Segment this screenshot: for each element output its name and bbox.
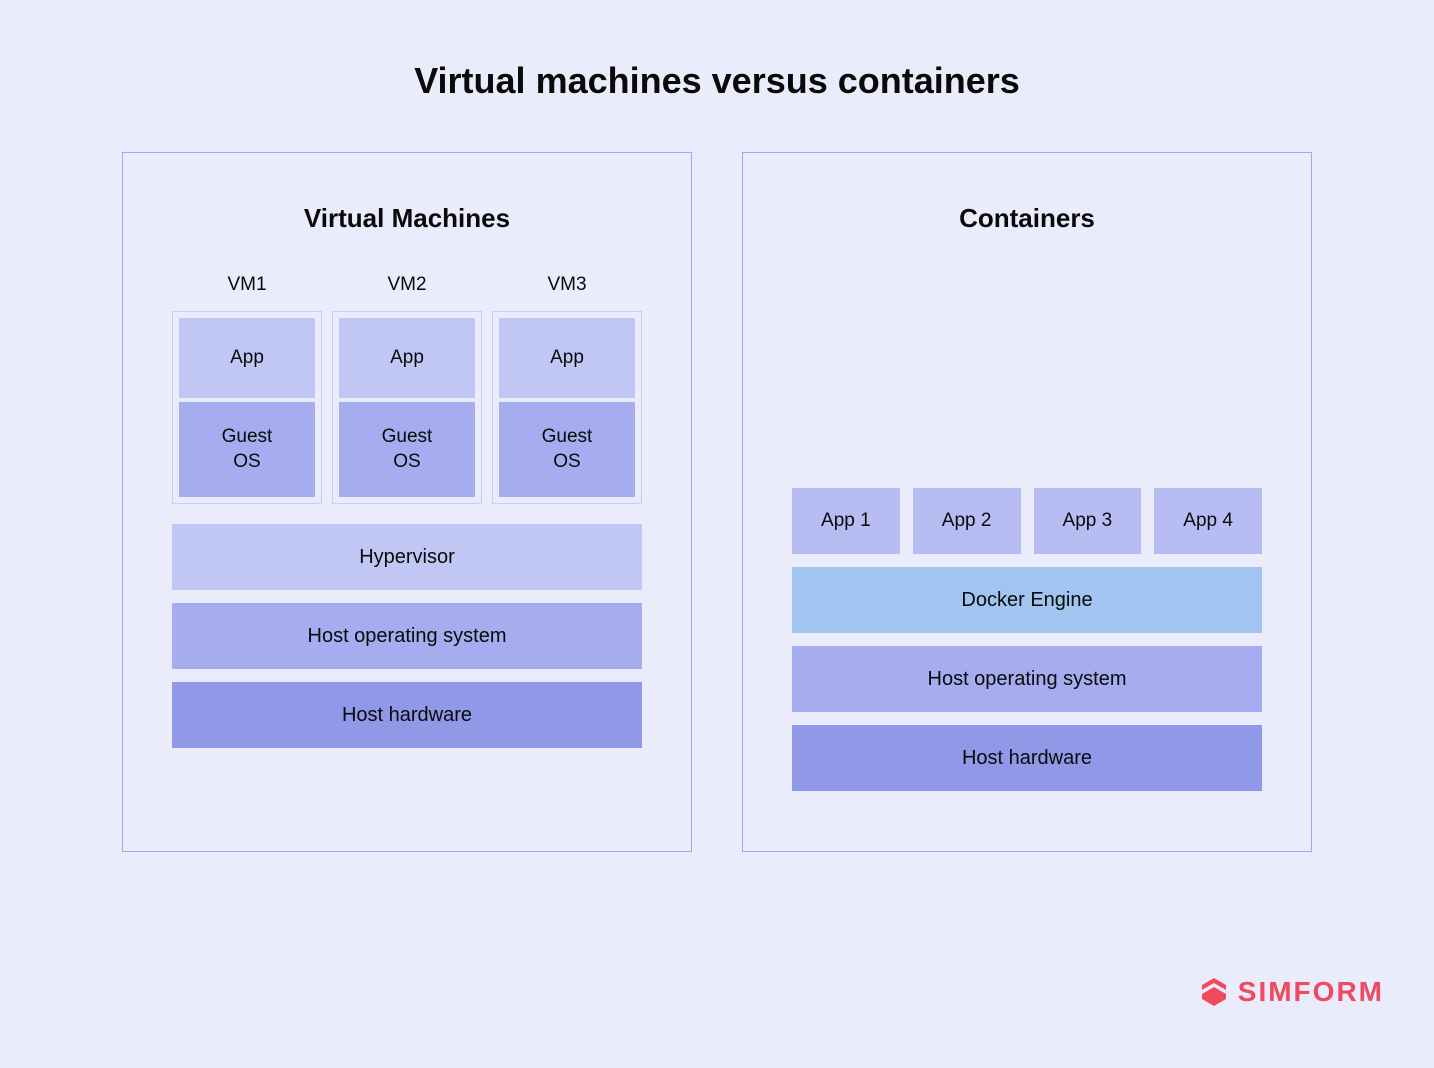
vm-unit: App GuestOS xyxy=(172,311,322,504)
vm-guest-os-box: GuestOS xyxy=(339,402,475,497)
simform-logo-icon xyxy=(1198,976,1230,1008)
panels-container: Virtual Machines VM1 App GuestOS VM2 App… xyxy=(40,152,1394,852)
container-panel: Containers App 1 App 2 App 3 App 4 Docke… xyxy=(742,152,1312,852)
container-stack: Docker Engine Host operating system Host… xyxy=(792,567,1262,791)
vm-row: VM1 App GuestOS VM2 App GuestOS VM3 App … xyxy=(172,274,642,504)
vm-label: VM2 xyxy=(387,274,426,296)
vm-app-box: App xyxy=(499,318,635,398)
vm-unit: App GuestOS xyxy=(492,311,642,504)
host-hardware-layer: Host hardware xyxy=(792,725,1262,791)
container-app-box: App 1 xyxy=(792,488,900,554)
container-apps-row: App 1 App 2 App 3 App 4 xyxy=(792,488,1262,554)
vm-column: VM1 App GuestOS xyxy=(172,274,322,504)
container-app-box: App 3 xyxy=(1034,488,1142,554)
vm-label: VM1 xyxy=(227,274,266,296)
vm-unit: App GuestOS xyxy=(332,311,482,504)
container-app-box: App 2 xyxy=(913,488,1021,554)
vm-label: VM3 xyxy=(547,274,586,296)
hypervisor-layer: Hypervisor xyxy=(172,524,642,590)
simform-logo-text: SIMFORM xyxy=(1238,976,1384,1008)
vm-guest-os-box: GuestOS xyxy=(179,402,315,497)
vm-column: VM2 App GuestOS xyxy=(332,274,482,504)
vm-column: VM3 App GuestOS xyxy=(492,274,642,504)
vm-app-box: App xyxy=(339,318,475,398)
diagram-title: Virtual machines versus containers xyxy=(40,60,1394,102)
docker-engine-layer: Docker Engine xyxy=(792,567,1262,633)
vm-panel-title: Virtual Machines xyxy=(304,203,510,234)
container-panel-title: Containers xyxy=(959,203,1095,234)
container-app-box: App 4 xyxy=(1154,488,1262,554)
host-os-layer: Host operating system xyxy=(172,603,642,669)
simform-logo: SIMFORM xyxy=(1198,976,1384,1008)
vm-app-box: App xyxy=(179,318,315,398)
host-hardware-layer: Host hardware xyxy=(172,682,642,748)
vm-panel: Virtual Machines VM1 App GuestOS VM2 App… xyxy=(122,152,692,852)
vm-stack: Hypervisor Host operating system Host ha… xyxy=(172,524,642,748)
vm-guest-os-box: GuestOS xyxy=(499,402,635,497)
host-os-layer: Host operating system xyxy=(792,646,1262,712)
